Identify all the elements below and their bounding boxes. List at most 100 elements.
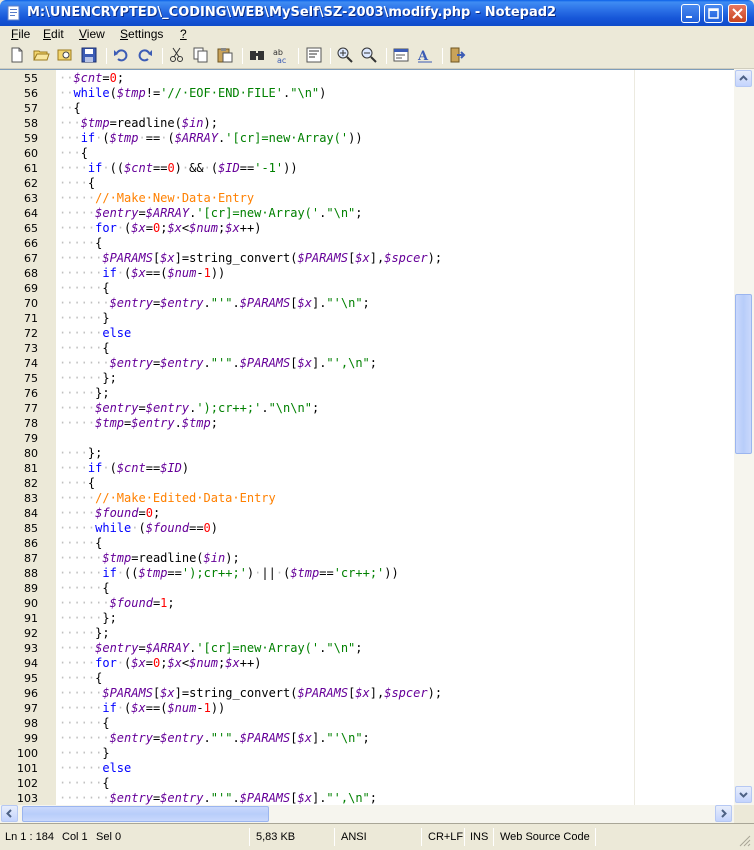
- horizontal-scroll-thumb[interactable]: [22, 806, 269, 822]
- code-line[interactable]: 81 ····if·($cnt==$ID): [0, 461, 734, 476]
- code-line[interactable]: 98 ······{: [0, 716, 734, 731]
- code-line[interactable]: 72 ······else: [0, 326, 734, 341]
- line-code: ·····for·($x=0;$x<$num;$x++): [59, 656, 262, 670]
- code-line[interactable]: 78 ·····$tmp=$entry.$tmp;: [0, 416, 734, 431]
- editor[interactable]: 55 ··$cnt=0; 56 ··while($tmp!='//·EOF·END·F…: [0, 69, 754, 806]
- vertical-scrollbar[interactable]: [734, 69, 754, 805]
- zoom-out-icon[interactable]: [360, 46, 378, 64]
- resize-grip-icon[interactable]: [738, 834, 751, 847]
- code-line[interactable]: 75 ······};: [0, 371, 734, 386]
- code-line[interactable]: 65 ·····for·($x=0;$x<$num;$x++): [0, 221, 734, 236]
- code-line[interactable]: 60 ···{: [0, 146, 734, 161]
- code-line[interactable]: 79: [0, 431, 734, 446]
- paste-icon[interactable]: [216, 46, 234, 64]
- code-line[interactable]: 103 ·······$entry=$entry."'".$PARAMS[$x].…: [0, 791, 734, 806]
- code-line[interactable]: 95 ·····{: [0, 671, 734, 686]
- maximize-button[interactable]: [704, 4, 723, 23]
- code-line[interactable]: 59 ···if·($tmp·==·($ARRAY.'[cr]=new·Array…: [0, 131, 734, 146]
- code-line[interactable]: 57 ··{: [0, 101, 734, 116]
- code-line[interactable]: 97 ······if·($x==($num-1)): [0, 701, 734, 716]
- code-line[interactable]: 76 ·····};: [0, 386, 734, 401]
- status-separator: [464, 828, 465, 846]
- line-number: 71: [24, 312, 38, 325]
- code-line[interactable]: 56 ··while($tmp!='//·EOF·END·FILE'."\n"): [0, 86, 734, 101]
- code-line[interactable]: 64 ·····$entry=$ARRAY.'[cr]=new·Array('."…: [0, 206, 734, 221]
- code-line[interactable]: 77 ·····$entry=$entry.');cr++;'."\n\n";: [0, 401, 734, 416]
- code-line[interactable]: 74 ·······$entry=$entry."'".$PARAMS[$x]."…: [0, 356, 734, 371]
- code-line[interactable]: 55 ··$cnt=0;: [0, 71, 734, 86]
- code-line[interactable]: 84 ·····$found=0;: [0, 506, 734, 521]
- line-code: ·····};: [59, 386, 110, 400]
- code-line[interactable]: 94 ·····for·($x=0;$x<$num;$x++): [0, 656, 734, 671]
- code-line[interactable]: 101 ······else: [0, 761, 734, 776]
- code-line[interactable]: 99 ·······$entry=$entry."'".$PARAMS[$x]."…: [0, 731, 734, 746]
- minimize-button[interactable]: [681, 4, 700, 23]
- scroll-right-button[interactable]: [715, 805, 732, 822]
- code-line[interactable]: 100 ······}: [0, 746, 734, 761]
- code-line[interactable]: 68 ······if·($x==($num-1)): [0, 266, 734, 281]
- find-icon[interactable]: [248, 46, 266, 64]
- code-line[interactable]: 73 ······{: [0, 341, 734, 356]
- code-line[interactable]: 102 ······{: [0, 776, 734, 791]
- menu-file[interactable]: File: [11, 27, 30, 41]
- code-line[interactable]: 66 ·····{: [0, 236, 734, 251]
- code-line[interactable]: 71 ······}: [0, 311, 734, 326]
- status-encoding[interactable]: ANSI: [341, 831, 367, 843]
- code-line[interactable]: 67 ······$PARAMS[$x]=string_convert($PARA…: [0, 251, 734, 266]
- browse-icon[interactable]: [56, 46, 74, 64]
- code-line[interactable]: 86 ·····{: [0, 536, 734, 551]
- menu-view[interactable]: View: [79, 27, 105, 41]
- code-line[interactable]: 80 ····};: [0, 446, 734, 461]
- exit-icon[interactable]: [448, 46, 466, 64]
- code-line[interactable]: 70 ·······$entry=$entry."'".$PARAMS[$x]."…: [0, 296, 734, 311]
- menu-help[interactable]: ?: [180, 27, 187, 41]
- code-line[interactable]: 58 ···$tmp=readline($in);: [0, 116, 734, 131]
- line-code: ······{: [59, 341, 110, 355]
- open-folder-icon[interactable]: [32, 46, 50, 64]
- scheme-icon[interactable]: [392, 46, 410, 64]
- code-line[interactable]: 92 ·····};: [0, 626, 734, 641]
- line-number: 55: [24, 72, 38, 85]
- title-bar[interactable]: M:\UNENCRYPTED\_CODING\WEB\MySelf\SZ-200…: [0, 0, 754, 26]
- code-line[interactable]: 96 ······$PARAMS[$x]=string_convert($PARA…: [0, 686, 734, 701]
- zoom-in-icon[interactable]: [336, 46, 354, 64]
- scroll-up-button[interactable]: [735, 70, 752, 87]
- redo-icon[interactable]: [136, 46, 154, 64]
- close-button[interactable]: [728, 4, 747, 23]
- code-line[interactable]: 90 ·······$found=1;: [0, 596, 734, 611]
- status-scheme[interactable]: Web Source Code: [500, 831, 590, 843]
- line-number: 66: [24, 237, 38, 250]
- code-line[interactable]: 88 ······if·(($tmp==');cr++;')·||·($tmp==…: [0, 566, 734, 581]
- code-line[interactable]: 63 ·····//·Make·New·Data·Entry: [0, 191, 734, 206]
- scroll-left-button[interactable]: [1, 805, 18, 822]
- cut-icon[interactable]: [168, 46, 186, 64]
- scroll-down-button[interactable]: [735, 786, 752, 803]
- code-line[interactable]: 93 ·····$entry=$ARRAY.'[cr]=new·Array('."…: [0, 641, 734, 656]
- code-line[interactable]: 85 ·····while·($found==0): [0, 521, 734, 536]
- replace-icon[interactable]: abac: [272, 46, 290, 64]
- code-line[interactable]: 91 ······};: [0, 611, 734, 626]
- code-line[interactable]: 61 ····if·(($cnt==0)·&&·($ID=='-1')): [0, 161, 734, 176]
- line-code: ······else: [59, 761, 132, 775]
- menu-edit[interactable]: Edit: [43, 27, 64, 41]
- line-code: ······{: [59, 281, 110, 295]
- horizontal-scrollbar[interactable]: [0, 805, 734, 823]
- code-line[interactable]: 69 ······{: [0, 281, 734, 296]
- undo-icon[interactable]: [112, 46, 130, 64]
- code-line[interactable]: 62 ····{: [0, 176, 734, 191]
- line-code: ······}: [59, 311, 110, 325]
- copy-icon[interactable]: [192, 46, 210, 64]
- code-line[interactable]: 87 ······$tmp=readline($in);: [0, 551, 734, 566]
- new-file-icon[interactable]: [8, 46, 26, 64]
- save-icon[interactable]: [80, 46, 98, 64]
- menu-settings[interactable]: Settings: [120, 27, 163, 41]
- code-lines[interactable]: 55 ··$cnt=0; 56 ··while($tmp!='//·EOF·END·F…: [0, 70, 734, 806]
- code-line[interactable]: 83 ·····//·Make·Edited·Data·Entry: [0, 491, 734, 506]
- font-icon[interactable]: A: [416, 46, 434, 64]
- vertical-scroll-thumb[interactable]: [735, 294, 752, 454]
- code-line[interactable]: 82 ····{: [0, 476, 734, 491]
- status-line-endings[interactable]: CR+LF: [428, 831, 463, 843]
- word-wrap-icon[interactable]: [305, 46, 323, 64]
- toolbar-separator: [298, 48, 299, 64]
- code-line[interactable]: 89 ······{: [0, 581, 734, 596]
